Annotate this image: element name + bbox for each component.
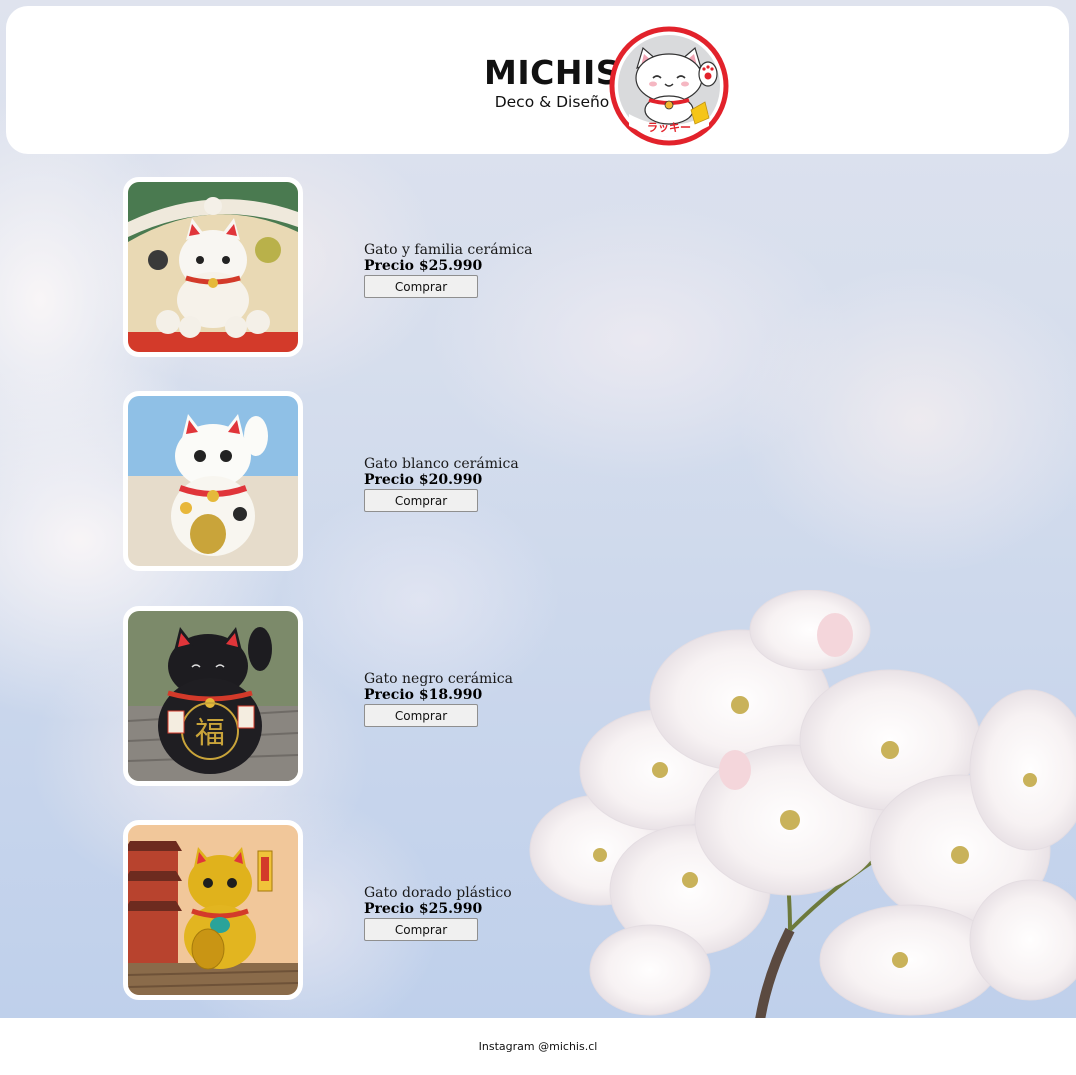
product-price: Precio $25.990 bbox=[364, 258, 483, 274]
product-price: Precio $18.990 bbox=[364, 687, 483, 703]
product-name: Gato negro cerámica bbox=[364, 671, 513, 687]
lucky-cat-family-photo[interactable] bbox=[123, 177, 303, 357]
product-info: Gato blanco cerámica Precio $20.990 Comp… bbox=[364, 456, 564, 512]
svg-text:福: 福 bbox=[195, 716, 225, 751]
buy-button[interactable]: Comprar bbox=[364, 704, 478, 727]
product-name: Gato y familia cerámica bbox=[364, 242, 533, 258]
site-header: MICHIS Deco & Diseño ラッキー bbox=[6, 6, 1069, 154]
product-info: Gato y familia cerámica Precio $25.990 C… bbox=[364, 242, 564, 298]
lucky-cat-logo: ラッキー bbox=[609, 26, 729, 146]
black-lucky-cat-photo[interactable]: 福 bbox=[123, 606, 303, 786]
cherry-blossom-image bbox=[529, 590, 1076, 1018]
gold-lucky-cat-photo[interactable] bbox=[123, 820, 303, 1000]
buy-button[interactable]: Comprar bbox=[364, 275, 478, 298]
product-price: Precio $25.990 bbox=[364, 901, 483, 917]
product-name: Gato blanco cerámica bbox=[364, 456, 519, 472]
brand-tagline: Deco & Diseño bbox=[494, 93, 610, 111]
site-footer: Instagram @michis.cl bbox=[0, 1018, 1076, 1075]
logo-text: ラッキー bbox=[647, 121, 691, 134]
product-info: Gato dorado plástico Precio $25.990 Comp… bbox=[364, 885, 564, 941]
buy-button[interactable]: Comprar bbox=[364, 918, 478, 941]
brand-name: MICHIS bbox=[484, 53, 620, 92]
product-name: Gato dorado plástico bbox=[364, 885, 512, 901]
instagram-link[interactable]: Instagram @michis.cl bbox=[0, 1040, 1076, 1053]
product-price: Precio $20.990 bbox=[364, 472, 483, 488]
white-lucky-cat-photo[interactable] bbox=[123, 391, 303, 571]
product-info: Gato negro cerámica Precio $18.990 Compr… bbox=[364, 671, 564, 727]
buy-button[interactable]: Comprar bbox=[364, 489, 478, 512]
brand: MICHIS Deco & Diseño bbox=[484, 56, 620, 112]
